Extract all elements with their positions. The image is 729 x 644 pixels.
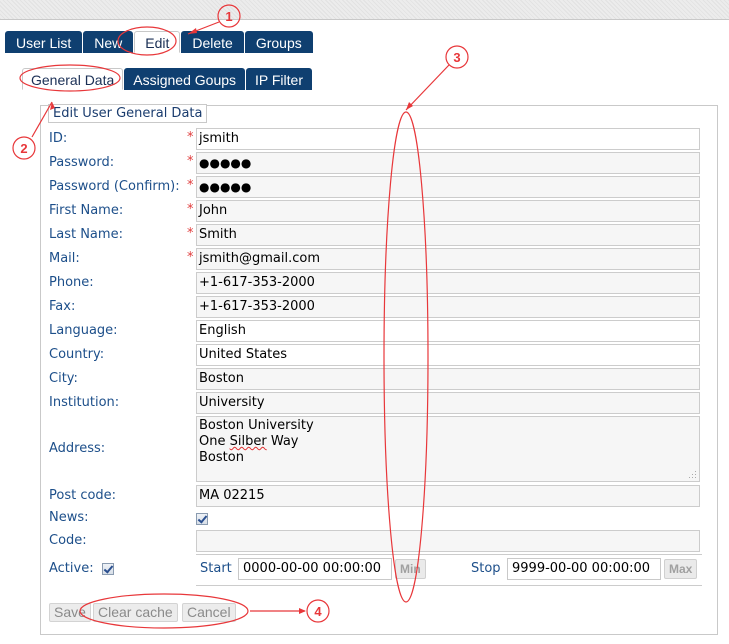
field-row-address: Address: Boston University One Silber Wa…	[49, 416, 701, 482]
field-row-password-confirm: Password (Confirm): * ●●●●●	[49, 176, 701, 198]
required-mark: *	[187, 178, 194, 193]
password-input[interactable]: ●●●●●	[196, 152, 700, 174]
code-label: Code:	[49, 533, 87, 548]
last-name-label: Last Name:	[49, 227, 123, 242]
fieldset-legend: Edit User General Data	[48, 104, 208, 123]
marker-label-2: 2	[20, 141, 27, 156]
start-datetime-input[interactable]: 0000-00-00 00:00:00	[238, 558, 392, 580]
country-select[interactable]: United States	[196, 344, 700, 366]
field-row-last-name: Last Name: * Smith	[49, 224, 701, 246]
required-mark: *	[187, 154, 194, 169]
news-label: News:	[49, 510, 89, 525]
mail-label: Mail:	[49, 251, 80, 266]
top-banner	[0, 0, 729, 20]
post-code-label: Post code:	[49, 488, 117, 503]
divider	[196, 585, 702, 586]
mail-input[interactable]: jsmith@gmail.com	[196, 248, 700, 270]
marker-circle-2	[12, 136, 36, 160]
city-input[interactable]: Boston	[196, 368, 700, 390]
address-line-3: Boston	[199, 450, 244, 465]
spellcheck-word: Silber	[229, 434, 267, 449]
city-label: City:	[49, 371, 78, 386]
field-row-city: City: Boston	[49, 368, 701, 390]
first-name-label: First Name:	[49, 203, 124, 218]
sub-tab-bar: General Data Assigned Goups IP Filter	[22, 68, 313, 90]
tab-ip-filter[interactable]: IP Filter	[246, 68, 312, 90]
active-label: Active:	[49, 561, 94, 576]
start-label: Start	[200, 561, 232, 576]
field-row-active: Active: Start 0000-00-00 00:00:00 Min St…	[49, 558, 701, 580]
language-select[interactable]: English	[196, 320, 700, 342]
field-row-code: Code:	[49, 530, 701, 552]
address-line-2-start: One	[199, 434, 230, 449]
required-mark: *	[187, 202, 194, 217]
max-button[interactable]: Max	[664, 559, 698, 579]
field-row-fax: Fax: +1-617-353-2000	[49, 296, 701, 318]
code-input[interactable]	[196, 530, 700, 552]
cancel-button[interactable]: Cancel	[182, 603, 236, 622]
arrow-line-3	[405, 64, 450, 111]
field-row-language: Language: English	[49, 320, 701, 342]
resize-grip-icon[interactable]	[689, 471, 697, 479]
id-input[interactable]: jsmith	[196, 128, 700, 150]
institution-input[interactable]: University	[196, 392, 700, 414]
password-confirm-input[interactable]: ●●●●●	[196, 176, 700, 198]
main-tab-bar: User List New Edit Delete Groups	[5, 31, 314, 53]
address-line-2: One Silber Way	[199, 434, 697, 450]
tab-user-list[interactable]: User List	[5, 31, 83, 53]
id-label: ID:	[49, 131, 68, 146]
tab-delete[interactable]: Delete	[181, 31, 244, 53]
news-checkbox[interactable]	[196, 513, 208, 525]
field-row-country: Country: United States	[49, 344, 701, 366]
password-label: Password:	[49, 155, 115, 170]
first-name-input[interactable]: John	[196, 200, 700, 222]
address-line-1: Boston University	[199, 418, 314, 433]
tab-edit[interactable]: Edit	[134, 31, 181, 53]
active-checkbox[interactable]	[102, 563, 114, 575]
password-confirm-label: Password (Confirm):	[49, 179, 180, 194]
address-label: Address:	[49, 441, 106, 456]
required-mark: *	[187, 250, 194, 265]
phone-label: Phone:	[49, 275, 94, 290]
marker-label-3: 3	[453, 50, 460, 65]
stop-label: Stop	[471, 561, 501, 576]
stop-datetime-input[interactable]: 9999-00-00 00:00:00	[507, 558, 661, 580]
field-row-id: ID: * jsmith	[49, 128, 701, 150]
fax-input[interactable]: +1-617-353-2000	[196, 296, 700, 318]
required-mark: *	[187, 130, 194, 145]
field-row-phone: Phone: +1-617-353-2000	[49, 272, 701, 294]
required-mark: *	[187, 226, 194, 241]
tab-general-data[interactable]: General Data	[22, 68, 124, 90]
min-button[interactable]: Min	[395, 559, 426, 579]
institution-label: Institution:	[49, 395, 120, 410]
field-row-password: Password: * ●●●●●	[49, 152, 701, 174]
tab-new[interactable]: New	[83, 31, 134, 53]
field-row-first-name: First Name: * John	[49, 200, 701, 222]
tab-assigned-groups[interactable]: Assigned Goups	[124, 68, 246, 90]
save-button[interactable]: Save	[49, 603, 91, 622]
address-line-2-end: Way	[266, 434, 299, 449]
post-code-input[interactable]: MA 02215	[196, 485, 700, 507]
phone-input[interactable]: +1-617-353-2000	[196, 272, 700, 294]
clear-cache-button[interactable]: Clear cache	[93, 603, 178, 622]
divider	[196, 554, 702, 555]
field-row-mail: Mail: * jsmith@gmail.com	[49, 248, 701, 270]
field-row-institution: Institution: University	[49, 392, 701, 414]
marker-circle-3	[445, 45, 469, 69]
address-textarea[interactable]: Boston University One Silber Way Boston	[196, 416, 700, 482]
fax-label: Fax:	[49, 299, 76, 314]
country-label: Country:	[49, 347, 105, 362]
field-row-news: News:	[49, 507, 701, 529]
tab-groups[interactable]: Groups	[244, 31, 313, 53]
field-row-post-code: Post code: MA 02215	[49, 485, 701, 507]
language-label: Language:	[49, 323, 118, 338]
last-name-input[interactable]: Smith	[196, 224, 700, 246]
